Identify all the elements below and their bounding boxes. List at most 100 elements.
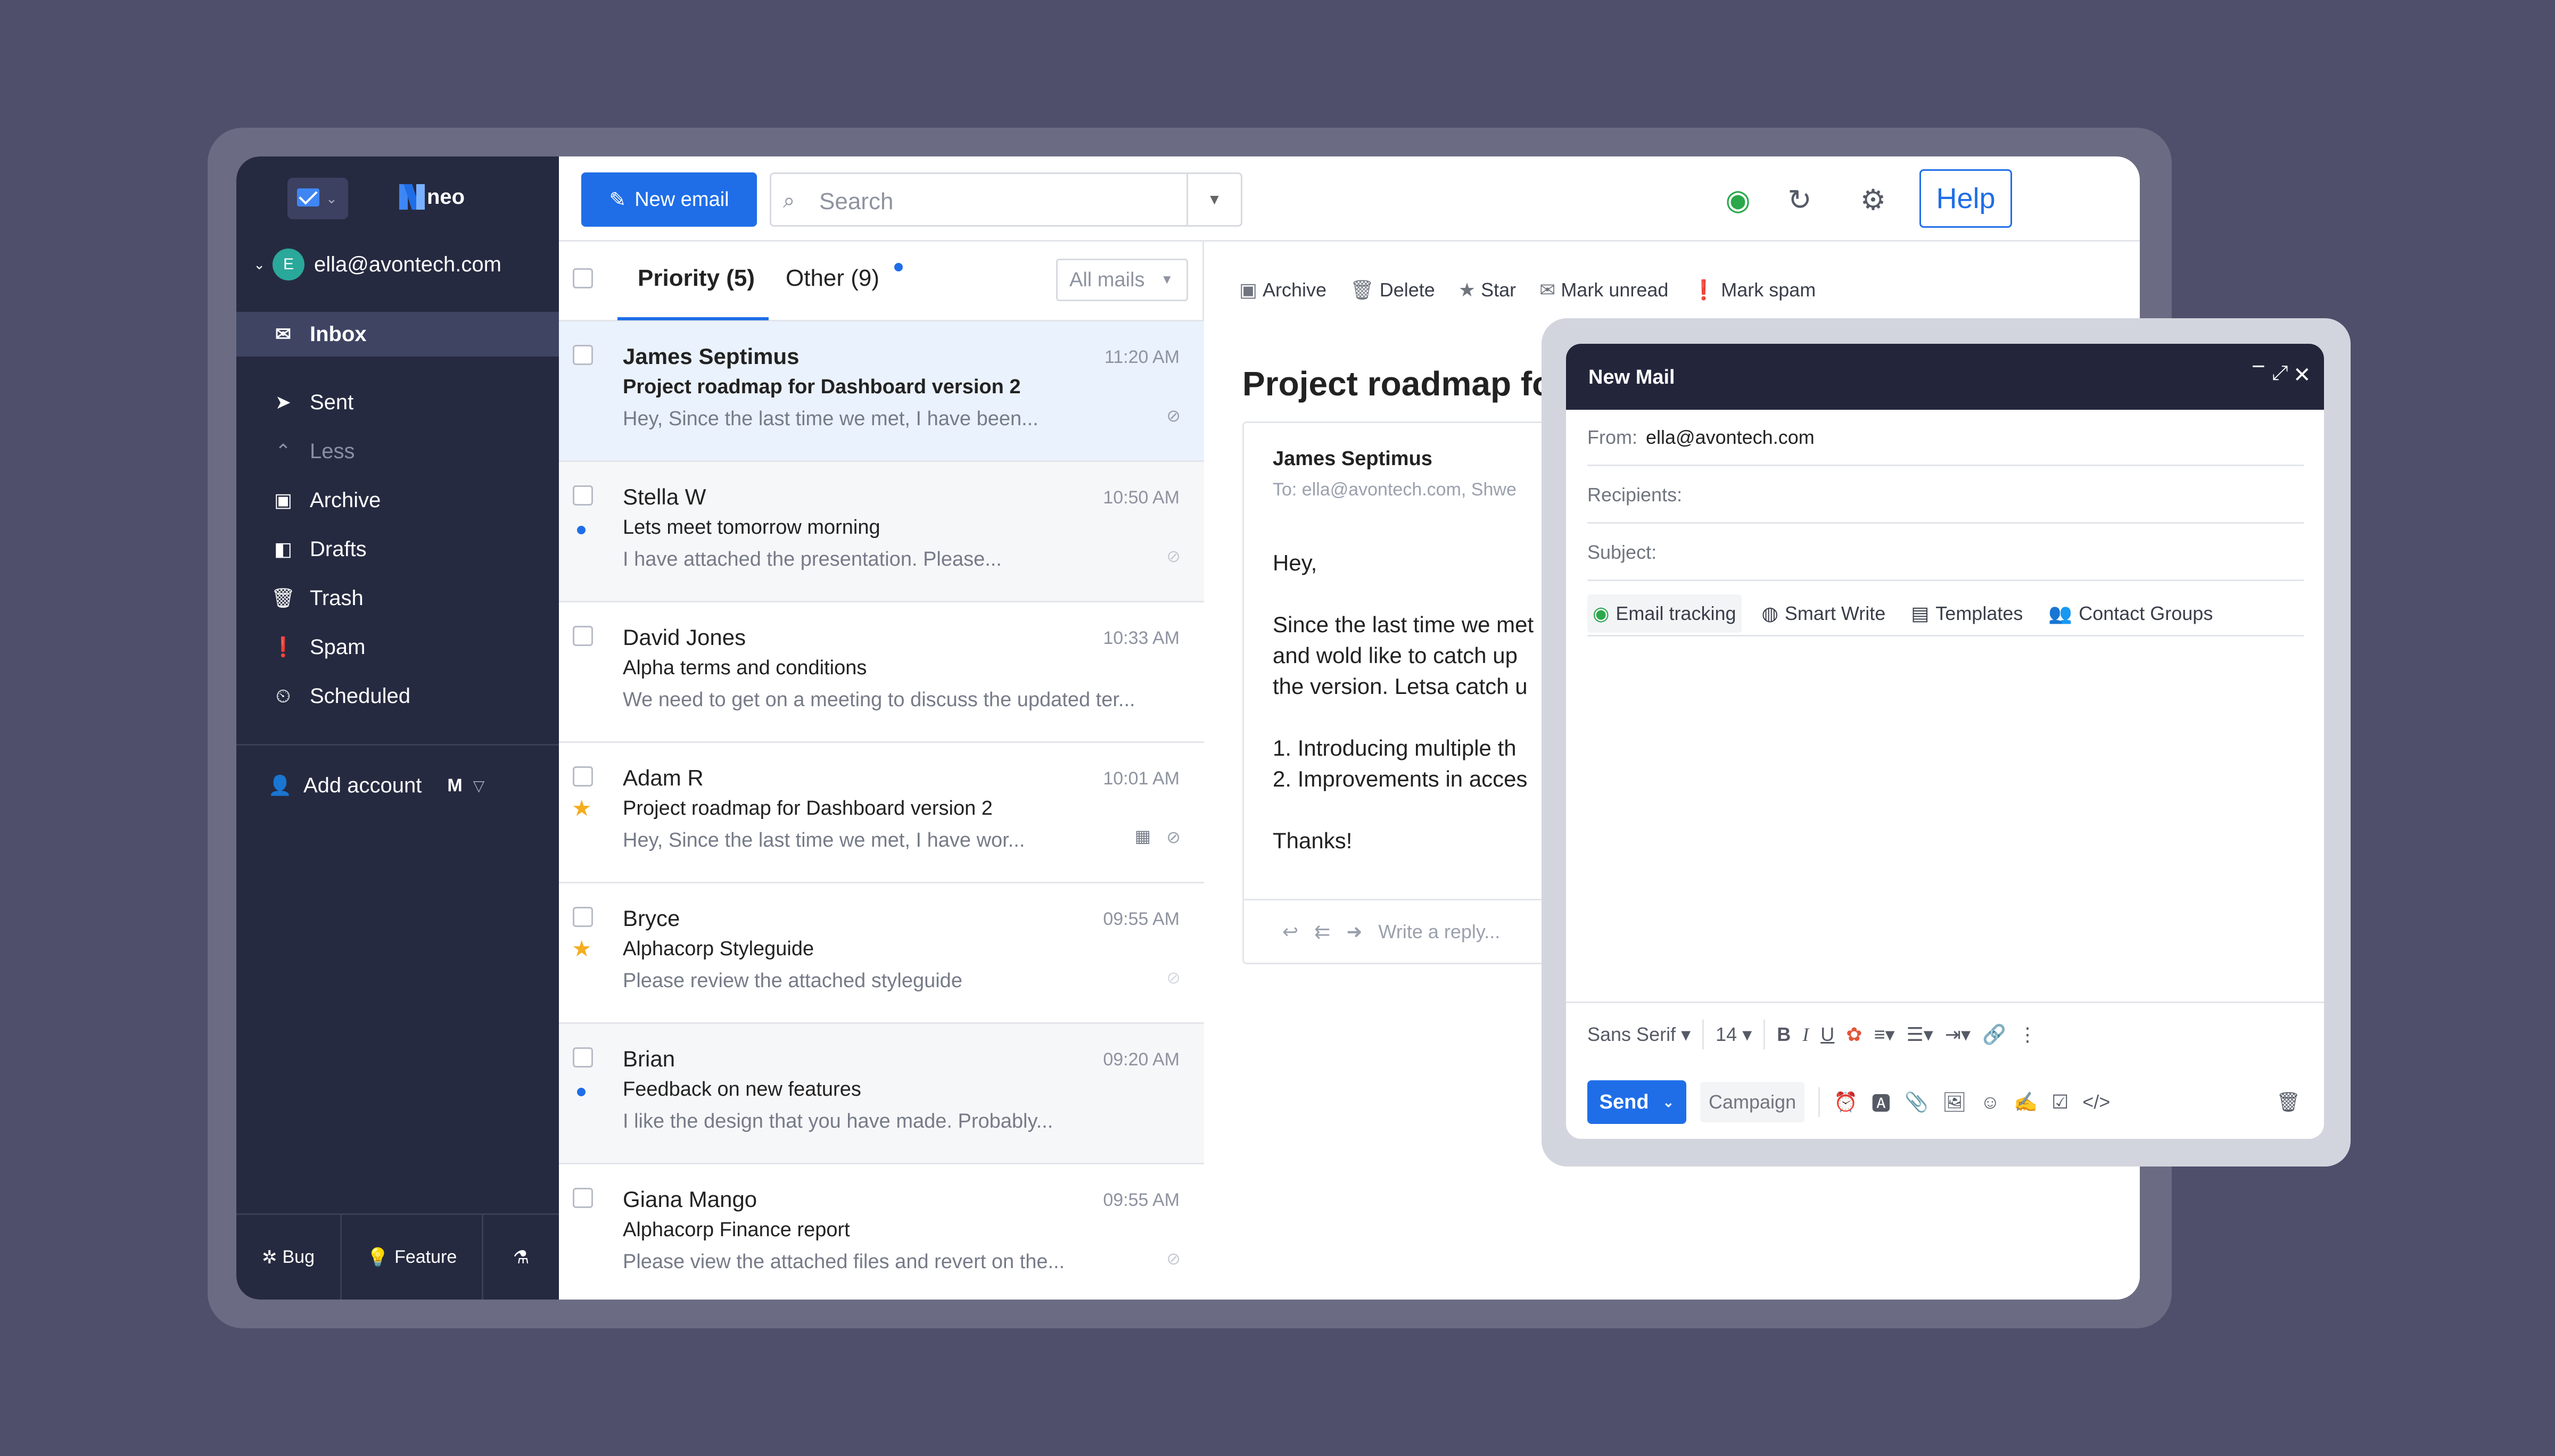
tab-priority[interactable]: Priority (5)	[638, 265, 755, 292]
compose-body[interactable]	[1587, 642, 2304, 993]
underline-icon[interactable]: U	[1820, 1023, 1834, 1046]
signature-icon[interactable]: ✍	[2014, 1091, 2038, 1113]
divider	[1818, 1087, 1820, 1117]
mark-unread-button[interactable]: ✉ Mark unread	[1539, 279, 1668, 301]
code-icon[interactable]: </>	[2082, 1091, 2110, 1113]
numbered-list-icon[interactable]: ☰▾	[1907, 1023, 1933, 1046]
archive-button[interactable]: ▣ Archive	[1239, 279, 1326, 301]
list-item[interactable]: ★ Bryce 09:55 AM Alphacorp Styleguide Pl…	[559, 883, 1204, 1024]
add-account-button[interactable]: 👤 Add account M ▽	[236, 763, 559, 808]
star-button[interactable]: ★ Star	[1458, 279, 1516, 301]
minimize-icon[interactable]: −	[2252, 353, 2265, 380]
sidebar-item-spam[interactable]: ❗ Spam	[236, 625, 559, 669]
templates-button[interactable]: ▤ Templates	[1906, 594, 2028, 633]
app-switcher-button[interactable]: ⌄	[287, 178, 348, 219]
row-checkbox[interactable]	[573, 626, 593, 646]
row-checkbox[interactable]	[573, 345, 593, 365]
star-icon[interactable]: ★	[572, 795, 592, 821]
expand-icon[interactable]: ⤢	[2272, 362, 2288, 385]
filter-label: All mails	[1069, 268, 1145, 291]
email-subject: Lets meet tomorrow morning	[623, 516, 880, 539]
text-format-icon[interactable]: 🅰	[1872, 1088, 1891, 1116]
sidebar-header: ⌄ neo	[236, 156, 559, 242]
campaign-button[interactable]: Campaign	[1700, 1082, 1805, 1122]
list-item[interactable]: Brian 09:20 AM Feedback on new features …	[559, 1024, 1204, 1164]
search-placeholder: Search	[819, 188, 894, 214]
delete-button[interactable]: 🗑 Delete	[1350, 279, 1435, 301]
refresh-icon[interactable]: ↻	[1781, 181, 1818, 218]
list-item[interactable]: ★ Adam R 10:01 AM Project roadmap for Da…	[559, 743, 1204, 883]
reply-icon[interactable]: ↩	[1282, 921, 1298, 943]
star-icon: ★	[1458, 279, 1476, 301]
font-family-select[interactable]: Sans Serif ▾	[1587, 1023, 1691, 1046]
smart-write-button[interactable]: ◍ Smart Write	[1757, 594, 1891, 633]
select-all-checkbox[interactable]	[573, 268, 593, 288]
eye-tracking-icon[interactable]: ◉	[1719, 181, 1757, 218]
divider	[1702, 1019, 1704, 1049]
list-item[interactable]: David Jones 10:33 AM Alpha terms and con…	[559, 602, 1204, 743]
list-item[interactable]: Stella W 10:50 AM Lets meet tomorrow mor…	[559, 462, 1204, 602]
link-icon[interactable]: 🔗	[1982, 1023, 2006, 1046]
row-checkbox[interactable]	[573, 1047, 593, 1068]
align-icon[interactable]: ≡▾	[1874, 1023, 1894, 1046]
sidebar-item-trash[interactable]: 🗑 Trash	[236, 576, 559, 621]
mail-filter-dropdown[interactable]: All mails ▼	[1056, 259, 1188, 301]
mark-spam-button[interactable]: ❗ Mark spam	[1692, 279, 1816, 301]
list-item[interactable]: James Septimus 11:20 AM Project roadmap …	[559, 321, 1204, 462]
chevron-down-icon[interactable]: ⌄	[1663, 1094, 1675, 1111]
more-options-icon[interactable]: ⋮	[2018, 1023, 2037, 1046]
sidebar-item-archive[interactable]: ▣ Archive	[236, 478, 559, 523]
sidebar-item-sent[interactable]: ➤ Sent	[236, 380, 559, 425]
trash-icon[interactable]: 🗑	[2276, 1091, 2301, 1113]
sidebar-item-less[interactable]: ⌃ Less	[236, 429, 559, 474]
bold-icon[interactable]: B	[1777, 1023, 1791, 1046]
row-checkbox[interactable]	[573, 907, 593, 927]
tab-other[interactable]: Other (9)	[786, 265, 879, 292]
attachment-icon[interactable]: 📎	[1905, 1091, 1928, 1113]
send-button[interactable]: Send ⌄	[1587, 1080, 1686, 1124]
star-icon[interactable]: ★	[572, 936, 592, 962]
row-checkbox[interactable]	[573, 1188, 593, 1208]
add-user-icon: 👤	[268, 774, 292, 796]
divider	[1763, 1019, 1766, 1049]
sidebar-item-inbox[interactable]: ✉ Inbox	[236, 312, 559, 357]
calendar-icon: ▦	[1134, 826, 1151, 846]
account-switcher[interactable]: ⌄ E ella@avontech.com	[236, 247, 559, 282]
recipients-field[interactable]: Recipients:	[1587, 467, 2304, 524]
contact-groups-button[interactable]: 👥 Contact Groups	[2043, 594, 2218, 633]
text-color-icon[interactable]: ✿	[1846, 1023, 1862, 1046]
emoji-icon[interactable]: ☺	[1980, 1091, 2000, 1113]
forward-icon[interactable]: ➜	[1346, 921, 1362, 943]
help-button[interactable]: Help	[1919, 169, 2012, 228]
subject-field[interactable]: Subject:	[1587, 525, 2304, 581]
calendar-check-icon[interactable]: ☑	[2051, 1091, 2068, 1113]
new-email-button[interactable]: ✎ New email	[581, 172, 757, 227]
feature-request-button[interactable]: 💡 Feature	[342, 1215, 483, 1300]
compose-window: New Mail − ✕ ⤢ From: ella@avontech.com R	[1566, 344, 2324, 1139]
contact-groups-icon: 👥	[2048, 602, 2073, 624]
labs-button[interactable]: ⚗	[483, 1215, 559, 1300]
from-label: From:	[1587, 426, 1637, 448]
email-tracking-toggle[interactable]: ◉ Email tracking	[1587, 594, 1742, 633]
sidebar-item-drafts[interactable]: ◧ Drafts	[236, 527, 559, 572]
alarm-icon[interactable]: ⏰	[1834, 1091, 1858, 1113]
italic-icon[interactable]: I	[1802, 1023, 1809, 1046]
search-options-dropdown[interactable]: ▼	[1186, 174, 1241, 225]
smart-write-icon: ◍	[1761, 602, 1778, 624]
close-icon[interactable]: ✕	[2293, 363, 2311, 387]
recipients-label: Recipients:	[1587, 483, 1683, 506]
image-icon[interactable]: 🖼	[1942, 1091, 1967, 1113]
bug-report-button[interactable]: ✲ Bug	[236, 1215, 342, 1300]
row-checkbox[interactable]	[573, 766, 593, 787]
row-checkbox[interactable]	[573, 485, 593, 506]
reply-all-icon[interactable]: ⇇	[1314, 921, 1330, 943]
logo-text: neo	[427, 185, 465, 209]
search-input[interactable]: ⌕ Search ▼	[770, 172, 1242, 227]
indent-icon[interactable]: ⇥▾	[1945, 1023, 1971, 1046]
font-size-select[interactable]: 14 ▾	[1716, 1023, 1752, 1046]
gear-icon[interactable]: ⚙	[1855, 181, 1892, 218]
subject-label: Subject:	[1587, 541, 1657, 563]
from-field[interactable]: From: ella@avontech.com	[1587, 410, 2304, 466]
list-item[interactable]: Giana Mango 09:55 AM Alphacorp Finance r…	[559, 1164, 1204, 1300]
sidebar-item-scheduled[interactable]: ⏲ Scheduled	[236, 674, 559, 718]
